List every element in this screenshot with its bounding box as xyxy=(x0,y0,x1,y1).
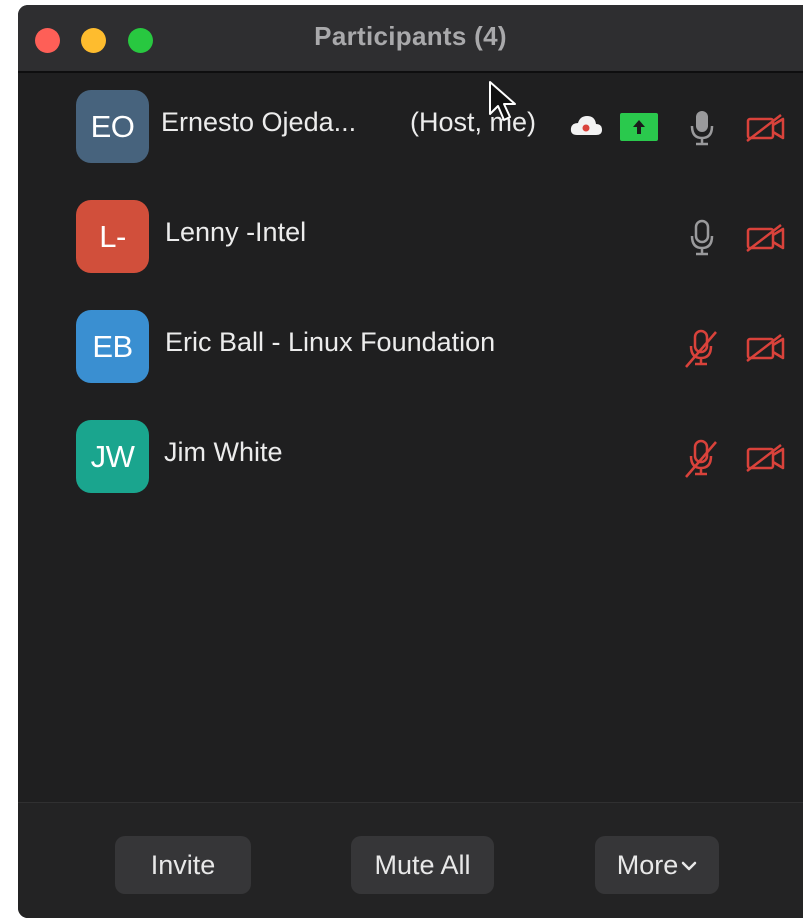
avatar: EB xyxy=(76,310,149,383)
invite-button-label: Invite xyxy=(150,849,216,880)
participants-window: Participants (4) EO Ernesto Ojeda... (Ho… xyxy=(18,5,803,918)
cloud-record-icon xyxy=(570,116,602,135)
avatar-initials: JW xyxy=(90,438,135,474)
participant-name: Eric Ball - Linux Foundation xyxy=(165,327,496,357)
mic-muted-icon[interactable] xyxy=(682,439,720,479)
avatar: JW xyxy=(76,420,149,493)
mute-all-button[interactable]: Mute All xyxy=(351,836,494,894)
participant-name: Lenny -Intel xyxy=(165,217,307,247)
more-button[interactable]: More xyxy=(595,836,719,894)
avatar: EO xyxy=(76,90,149,163)
invite-button[interactable]: Invite xyxy=(115,836,251,894)
footer-toolbar: Invite Mute All More xyxy=(18,802,803,918)
title-bar: Participants (4) xyxy=(18,5,803,73)
microphone-icon[interactable] xyxy=(689,219,715,257)
window-title: Participants (4) xyxy=(314,21,507,51)
microphone-icon[interactable] xyxy=(689,109,715,147)
mic-muted-icon[interactable] xyxy=(682,329,720,369)
video-off-icon[interactable] xyxy=(745,443,787,473)
share-screen-icon xyxy=(620,113,658,141)
mute-all-button-label: Mute All xyxy=(374,849,471,880)
avatar-initials: EB xyxy=(92,328,133,364)
participant-row[interactable]: EO Ernesto Ojeda... (Host, me) xyxy=(18,87,803,167)
mouse-pointer-icon xyxy=(489,81,516,121)
participant-row[interactable]: L- Lenny -Intel xyxy=(18,197,803,277)
more-button-label: More xyxy=(616,849,679,880)
participant-name: Ernesto Ojeda... xyxy=(161,107,357,137)
participant-name: Jim White xyxy=(164,437,283,467)
avatar: L- xyxy=(76,200,149,273)
avatar-initials: EO xyxy=(90,108,135,144)
video-off-icon[interactable] xyxy=(745,113,787,143)
participant-row[interactable]: JW Jim White xyxy=(18,417,803,497)
video-off-icon[interactable] xyxy=(745,333,787,363)
participant-row[interactable]: EB Eric Ball - Linux Foundation xyxy=(18,307,803,387)
video-off-icon[interactable] xyxy=(745,223,787,253)
avatar-initials: L- xyxy=(99,218,126,254)
chevron-down-icon xyxy=(682,861,697,871)
